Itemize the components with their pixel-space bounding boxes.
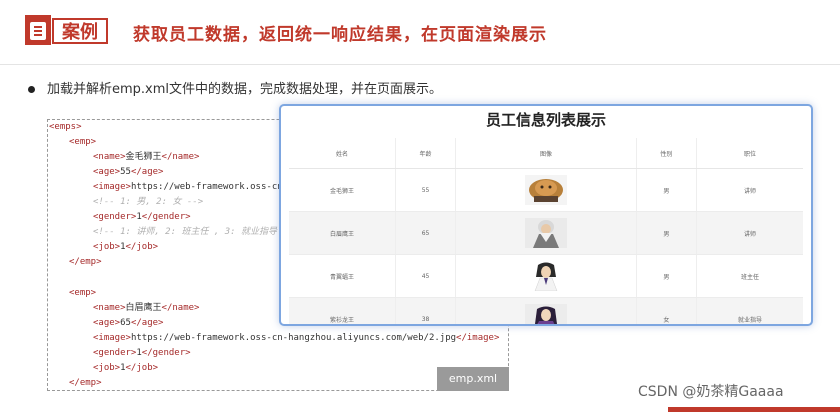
column-header: 职位 (696, 138, 803, 169)
header-divider (0, 64, 840, 65)
code-line: <name>金毛狮王</name> (93, 152, 200, 162)
cell-avatar (455, 211, 637, 255)
cell-gender: 男 (636, 168, 698, 212)
cell-name: 紫衫龙王 (289, 297, 396, 324)
code-line: <age>55</age> (93, 167, 164, 177)
white-eyebrow-avatar-icon (524, 218, 567, 248)
code-line: <age>65</age> (93, 318, 164, 328)
code-line: <name>白眉鹰王</name> (93, 303, 200, 313)
cell-avatar (455, 297, 637, 324)
cell-avatar (455, 254, 637, 298)
cell-job: 讲师 (696, 211, 803, 255)
accent-strip (668, 407, 840, 412)
employee-list-panel: 员工信息列表展示 姓名 年龄 图像 性别 职位 金毛狮王 55 男 讲师 白眉鹰… (279, 104, 813, 326)
code-comment: <!-- 1: 讲师, 2: 班主任 , 3: 就业指导 (93, 227, 277, 237)
column-header: 图像 (455, 138, 637, 169)
column-header: 性别 (636, 138, 698, 169)
table-row: 紫衫龙王 38 女 就业指导 (289, 297, 803, 324)
table-row: 白眉鹰王 65 男 讲师 (289, 211, 803, 255)
code-line: <image>https://web-framework.oss-cn (93, 182, 283, 192)
table-header-row: 姓名 年龄 图像 性别 职位 (289, 138, 803, 169)
cell-age: 55 (395, 168, 457, 212)
document-icon (25, 15, 51, 45)
cell-job: 就业指导 (696, 297, 803, 324)
code-comment: <!-- 1: 男, 2: 女 --> (93, 197, 204, 207)
table-row: 金毛狮王 55 男 讲师 (289, 168, 803, 212)
cell-job: 讲师 (696, 168, 803, 212)
bat-king-avatar-icon (524, 261, 567, 291)
code-line: <job>1</job> (93, 363, 159, 373)
cell-job: 班主任 (696, 254, 803, 298)
cell-gender: 女 (636, 297, 698, 324)
table-row: 青翼蝠王 45 男 班主任 (289, 254, 803, 298)
bullet-text: 加载并解析emp.xml文件中的数据，完成数据处理，并在页面展示。 (47, 82, 443, 97)
case-label: 案例 (52, 18, 108, 44)
cell-gender: 男 (636, 211, 698, 255)
cell-age: 65 (395, 211, 457, 255)
code-line: </emp> (69, 257, 102, 267)
slide-title: 获取员工数据，返回统一响应结果，在页面渲染展示 (133, 25, 547, 45)
cell-name: 白眉鹰王 (289, 211, 396, 255)
file-name-tag: emp.xml (437, 367, 509, 391)
code-line: <job>1</job> (93, 242, 159, 252)
purple-dragon-avatar-icon (524, 304, 567, 324)
lion-avatar-icon (524, 175, 567, 205)
bullet-item: 加载并解析emp.xml文件中的数据，完成数据处理，并在页面展示。 (28, 78, 442, 97)
cell-name: 青翼蝠王 (289, 254, 396, 298)
code-line: <gender>1</gender> (93, 212, 191, 222)
column-header: 姓名 (289, 138, 396, 169)
code-line: </emp> (69, 378, 102, 388)
employee-table: 姓名 年龄 图像 性别 职位 金毛狮王 55 男 讲师 白眉鹰王 65 男 讲师… (289, 138, 803, 324)
code-line: <emp> (69, 137, 97, 147)
code-line: <gender>1</gender> (93, 348, 191, 358)
cell-name: 金毛狮王 (289, 168, 396, 212)
cell-age: 45 (395, 254, 457, 298)
csdn-watermark: CSDN @奶茶精Gaaaa (638, 384, 784, 400)
bullet-dot-icon (28, 86, 35, 93)
column-header: 年龄 (395, 138, 457, 169)
panel-title: 员工信息列表展示 (485, 111, 606, 129)
cell-avatar (455, 168, 637, 212)
slide-header: 案例 获取员工数据，返回统一响应结果，在页面渲染展示 (0, 0, 840, 66)
code-line: <image>https://web-framework.oss-cn-hang… (93, 333, 500, 343)
cell-age: 38 (395, 297, 457, 324)
cell-gender: 男 (636, 254, 698, 298)
code-line: <emp> (69, 288, 97, 298)
code-line: <emps> (49, 122, 82, 132)
